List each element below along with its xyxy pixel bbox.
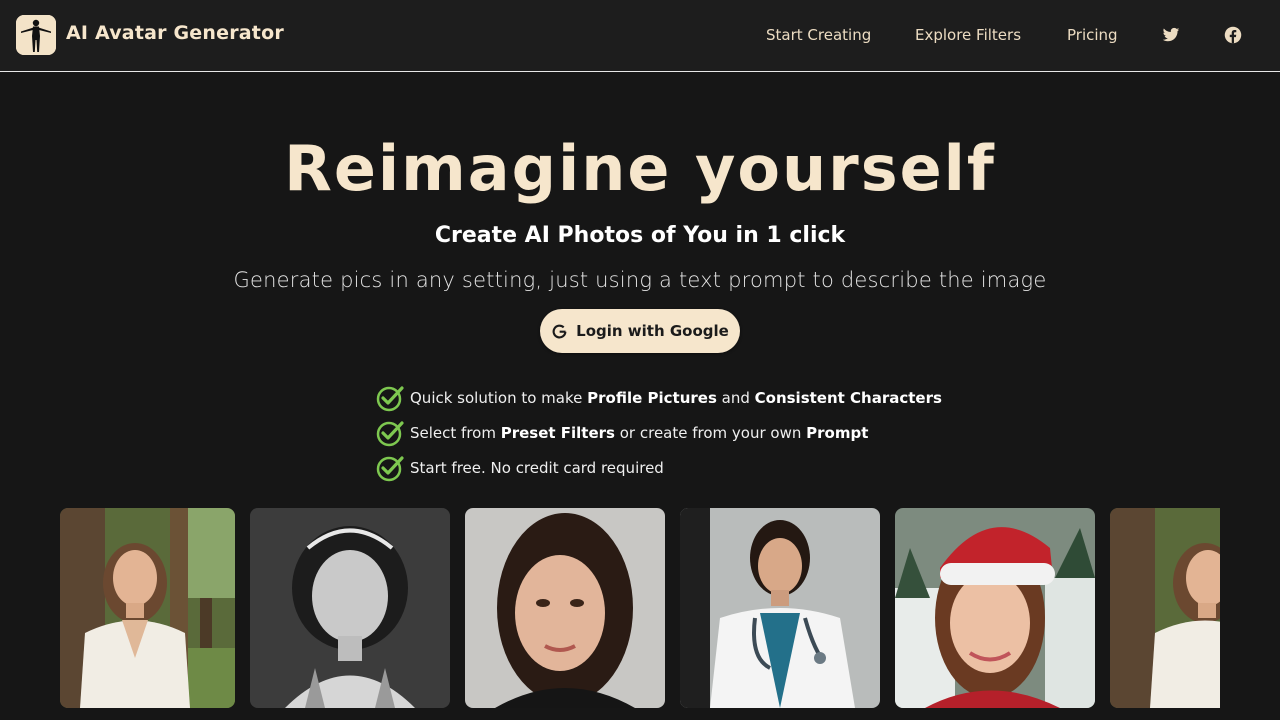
feature-highlight: Consistent Characters [754,389,942,407]
feature-fragment: Quick solution to make [410,389,588,407]
check-circle-icon [376,456,404,482]
login-with-google-button[interactable]: Login with Google [540,309,740,353]
login-button-label: Login with Google [576,322,729,340]
silhouette-logo-icon[interactable] [16,15,56,55]
hero-title: Reimagine yourself [284,132,996,205]
nav-start-creating[interactable]: Start Creating [766,26,871,44]
nav-explore-filters[interactable]: Explore Filters [915,26,1021,44]
forest-portrait-photo-2 [1110,508,1220,708]
google-icon [552,324,567,338]
feature-highlight: Preset Filters [500,424,615,442]
feature-item: Select from Preset Filters or create fro… [376,419,868,447]
hero-description: Generate pics in any setting, just using… [233,268,1047,292]
feature-fragment: Start free. No credit card required [410,459,664,477]
vintage-bw-portrait-photo [250,508,450,708]
hero-subtitle: Create AI Photos of You in 1 click [434,223,846,248]
feature-highlight: Prompt [806,424,869,442]
check-circle-icon [376,421,404,447]
feature-fragment: Select from [410,424,501,442]
facebook-icon[interactable] [1224,26,1242,44]
top-navbar: AI Avatar Generator Start Creating Explo… [0,0,1280,72]
nav-pricing[interactable]: Pricing [1067,26,1118,44]
forest-portrait-photo [60,508,235,708]
feature-fragment: and [716,389,755,407]
feature-text: Start free. No credit card required [410,459,664,477]
example-gallery [60,508,1220,708]
feature-fragment: or create from your own [614,424,807,442]
feature-text: Quick solution to make Profile Pictures … [410,389,942,407]
doctor-portrait-photo [680,508,880,708]
feature-item: Quick solution to make Profile Pictures … [376,384,942,412]
check-circle-icon [376,386,404,412]
feature-highlight: Profile Pictures [587,389,717,407]
twitter-icon[interactable] [1162,26,1180,44]
brand-name[interactable]: AI Avatar Generator [66,22,284,44]
studio-headshot-photo [465,508,665,708]
feature-text: Select from Preset Filters or create fro… [410,424,868,442]
santa-hat-portrait-photo [895,508,1095,708]
feature-item: Start free. No credit card required [376,454,664,482]
